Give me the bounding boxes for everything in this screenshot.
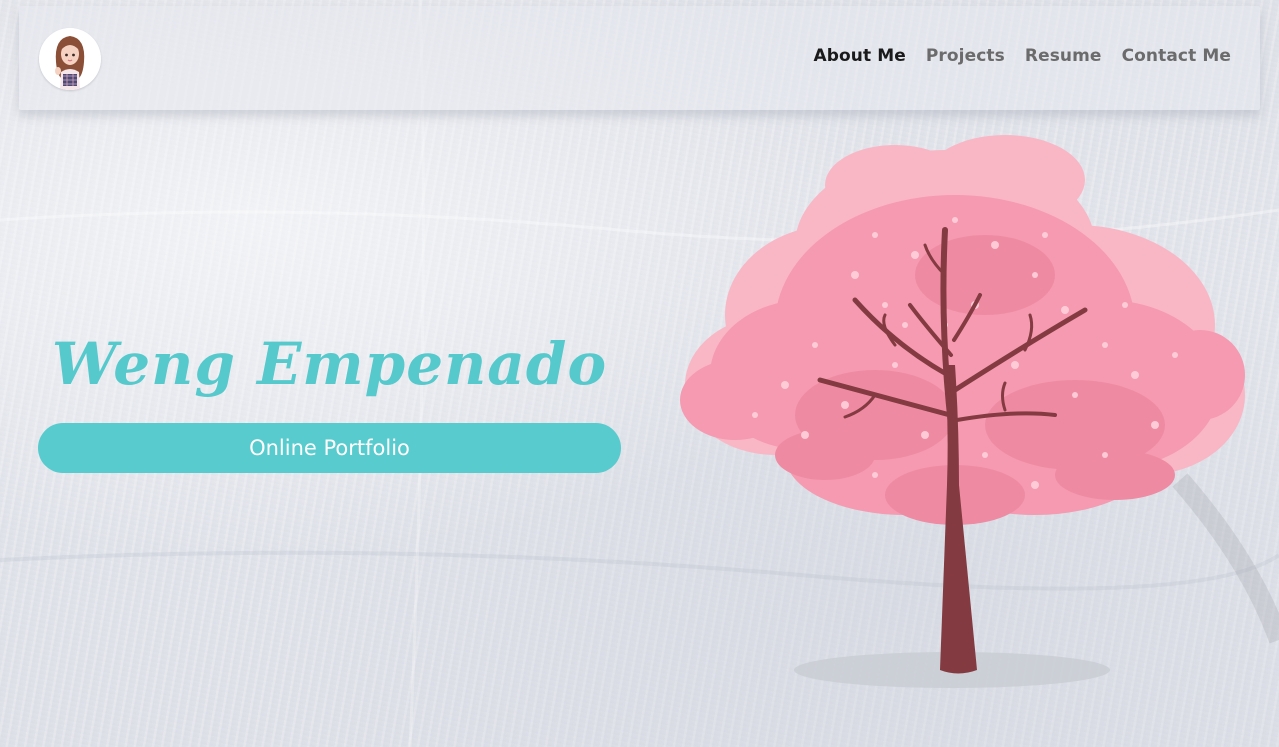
nav-link-resume[interactable]: Resume — [1025, 46, 1102, 66]
nav-link-projects[interactable]: Projects — [926, 46, 1005, 66]
hero-name-heading: Weng Empenado — [51, 330, 608, 398]
nav-link-about-me[interactable]: About Me — [813, 46, 905, 66]
main-navigation: About Me Projects Resume Contact Me — [813, 46, 1231, 66]
nav-link-contact-me[interactable]: Contact Me — [1122, 46, 1231, 66]
cherry-blossom-tree-icon — [655, 125, 1255, 695]
hero-subtitle-badge: Online Portfolio — [38, 423, 621, 473]
top-navbar: About Me Projects Resume Contact Me — [19, 6, 1260, 110]
profile-avatar-icon[interactable] — [39, 28, 101, 90]
